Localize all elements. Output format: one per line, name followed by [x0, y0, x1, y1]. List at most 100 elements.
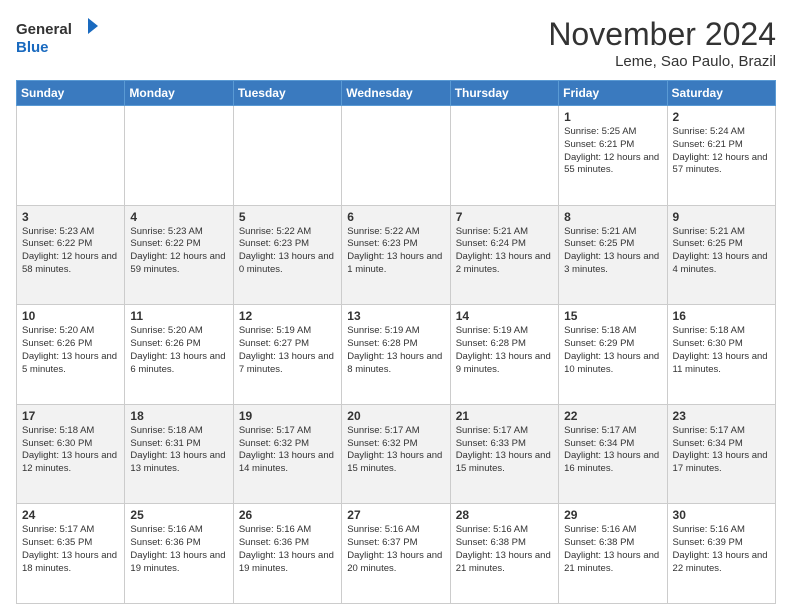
- day-number: 22: [564, 409, 661, 423]
- day-number: 10: [22, 309, 119, 323]
- day-info: Sunrise: 5:17 AM Sunset: 6:33 PM Dayligh…: [456, 425, 553, 476]
- day-number: 7: [456, 210, 553, 224]
- day-number: 16: [673, 309, 770, 323]
- calendar-cell: 12 Sunrise: 5:19 AM Sunset: 6:27 PM Dayli…: [233, 305, 341, 405]
- calendar-cell: 9 Sunrise: 5:21 AM Sunset: 6:25 PM Daylig…: [667, 205, 775, 305]
- day-number: 21: [456, 409, 553, 423]
- day-info: Sunrise: 5:18 AM Sunset: 6:30 PM Dayligh…: [673, 325, 770, 376]
- day-info: Sunrise: 5:20 AM Sunset: 6:26 PM Dayligh…: [130, 325, 227, 376]
- calendar-cell: 8Sunrise: 5:21 AM Sunset: 6:25 PM Daylig…: [559, 205, 667, 305]
- day-number: 27: [347, 508, 444, 522]
- day-number: 12: [239, 309, 336, 323]
- day-info: Sunrise: 5:23 AM Sunset: 6:22 PM Dayligh…: [130, 226, 227, 277]
- day-info: Sunrise: 5:24 AM Sunset: 6:21 PM Dayligh…: [673, 126, 770, 177]
- day-info: Sunrise: 5:25 AM Sunset: 6:21 PM Dayligh…: [564, 126, 661, 177]
- day-info: Sunrise: 5:17 AM Sunset: 6:34 PM Dayligh…: [564, 425, 661, 476]
- calendar-cell: 28 Sunrise: 5:16 AM Sunset: 6:38 PM Dayli…: [450, 504, 558, 604]
- weekday-header-monday: Monday: [125, 81, 233, 106]
- day-info: Sunrise: 5:18 AM Sunset: 6:30 PM Dayligh…: [22, 425, 119, 476]
- calendar-cell: [233, 106, 341, 206]
- logo-block: General Blue: [16, 16, 106, 65]
- calendar-cell: 5 Sunrise: 5:22 AM Sunset: 6:23 PM Daylig…: [233, 205, 341, 305]
- calendar-cell: 6 Sunrise: 5:22 AM Sunset: 6:23 PM Daylig…: [342, 205, 450, 305]
- calendar-cell: 17Sunrise: 5:18 AM Sunset: 6:30 PM Dayli…: [17, 404, 125, 504]
- day-number: 2: [673, 110, 770, 124]
- calendar-cell: 2 Sunrise: 5:24 AM Sunset: 6:21 PM Daylig…: [667, 106, 775, 206]
- logo: General Blue: [16, 16, 106, 65]
- calendar-cell: 1 Sunrise: 5:25 AM Sunset: 6:21 PM Daylig…: [559, 106, 667, 206]
- day-number: 13: [347, 309, 444, 323]
- calendar-cell: 25Sunrise: 5:16 AM Sunset: 6:36 PM Dayli…: [125, 504, 233, 604]
- day-number: 5: [239, 210, 336, 224]
- day-number: 20: [347, 409, 444, 423]
- day-info: Sunrise: 5:22 AM Sunset: 6:23 PM Dayligh…: [239, 226, 336, 277]
- calendar-cell: 26Sunrise: 5:16 AM Sunset: 6:36 PM Dayli…: [233, 504, 341, 604]
- day-info: Sunrise: 5:16 AM Sunset: 6:36 PM Dayligh…: [239, 524, 336, 575]
- weekday-header-friday: Friday: [559, 81, 667, 106]
- calendar-cell: [450, 106, 558, 206]
- calendar-cell: 24 Sunrise: 5:17 AM Sunset: 6:35 PM Dayli…: [17, 504, 125, 604]
- calendar-cell: 11 Sunrise: 5:20 AM Sunset: 6:26 PM Dayli…: [125, 305, 233, 405]
- calendar-cell: 29 Sunrise: 5:16 AM Sunset: 6:38 PM Dayli…: [559, 504, 667, 604]
- day-info: Sunrise: 5:21 AM Sunset: 6:25 PM Dayligh…: [564, 226, 661, 277]
- day-number: 6: [347, 210, 444, 224]
- day-info: Sunrise: 5:16 AM Sunset: 6:38 PM Dayligh…: [564, 524, 661, 575]
- day-info: Sunrise: 5:17 AM Sunset: 6:32 PM Dayligh…: [239, 425, 336, 476]
- day-info: Sunrise: 5:21 AM Sunset: 6:25 PM Dayligh…: [673, 226, 770, 277]
- calendar-cell: 18 Sunrise: 5:18 AM Sunset: 6:31 PM Dayli…: [125, 404, 233, 504]
- calendar-cell: [17, 106, 125, 206]
- day-number: 18: [130, 409, 227, 423]
- weekday-header-saturday: Saturday: [667, 81, 775, 106]
- calendar-cell: 4 Sunrise: 5:23 AM Sunset: 6:22 PM Daylig…: [125, 205, 233, 305]
- week-row-3: 10 Sunrise: 5:20 AM Sunset: 6:26 PM Dayli…: [17, 305, 776, 405]
- day-number: 14: [456, 309, 553, 323]
- calendar-cell: 20 Sunrise: 5:17 AM Sunset: 6:32 PM Dayli…: [342, 404, 450, 504]
- week-row-5: 24 Sunrise: 5:17 AM Sunset: 6:35 PM Dayli…: [17, 504, 776, 604]
- day-info: Sunrise: 5:19 AM Sunset: 6:28 PM Dayligh…: [347, 325, 444, 376]
- day-info: Sunrise: 5:21 AM Sunset: 6:24 PM Dayligh…: [456, 226, 553, 277]
- calendar-cell: 14Sunrise: 5:19 AM Sunset: 6:28 PM Dayli…: [450, 305, 558, 405]
- day-info: Sunrise: 5:16 AM Sunset: 6:38 PM Dayligh…: [456, 524, 553, 575]
- day-number: 24: [22, 508, 119, 522]
- calendar-cell: [125, 106, 233, 206]
- weekday-header-wednesday: Wednesday: [342, 81, 450, 106]
- day-number: 9: [673, 210, 770, 224]
- week-row-2: 3 Sunrise: 5:23 AM Sunset: 6:22 PM Daylig…: [17, 205, 776, 305]
- svg-text:General: General: [16, 21, 72, 38]
- day-number: 1: [564, 110, 661, 124]
- location: Leme, Sao Paulo, Brazil: [548, 53, 776, 70]
- calendar-cell: 21 Sunrise: 5:17 AM Sunset: 6:33 PM Dayli…: [450, 404, 558, 504]
- header: General Blue November 2024 Leme, Sao Pau…: [16, 16, 776, 70]
- weekday-header-tuesday: Tuesday: [233, 81, 341, 106]
- month-title: November 2024: [548, 16, 776, 53]
- day-info: Sunrise: 5:18 AM Sunset: 6:31 PM Dayligh…: [130, 425, 227, 476]
- day-info: Sunrise: 5:17 AM Sunset: 6:35 PM Dayligh…: [22, 524, 119, 575]
- calendar-cell: 19Sunrise: 5:17 AM Sunset: 6:32 PM Dayli…: [233, 404, 341, 504]
- page: General Blue November 2024 Leme, Sao Pau…: [0, 0, 792, 612]
- day-number: 28: [456, 508, 553, 522]
- day-number: 25: [130, 508, 227, 522]
- day-info: Sunrise: 5:19 AM Sunset: 6:27 PM Dayligh…: [239, 325, 336, 376]
- day-number: 4: [130, 210, 227, 224]
- calendar-table: SundayMondayTuesdayWednesdayThursdayFrid…: [16, 80, 776, 604]
- day-number: 11: [130, 309, 227, 323]
- calendar-cell: 27Sunrise: 5:16 AM Sunset: 6:37 PM Dayli…: [342, 504, 450, 604]
- day-info: Sunrise: 5:20 AM Sunset: 6:26 PM Dayligh…: [22, 325, 119, 376]
- weekday-header-row: SundayMondayTuesdayWednesdayThursdayFrid…: [17, 81, 776, 106]
- title-block: November 2024 Leme, Sao Paulo, Brazil: [548, 16, 776, 70]
- svg-text:Blue: Blue: [16, 39, 49, 56]
- calendar-cell: 30 Sunrise: 5:16 AM Sunset: 6:39 PM Dayli…: [667, 504, 775, 604]
- day-info: Sunrise: 5:16 AM Sunset: 6:39 PM Dayligh…: [673, 524, 770, 575]
- calendar-cell: 7 Sunrise: 5:21 AM Sunset: 6:24 PM Daylig…: [450, 205, 558, 305]
- calendar-cell: 3Sunrise: 5:23 AM Sunset: 6:22 PM Daylig…: [17, 205, 125, 305]
- calendar-cell: 22 Sunrise: 5:17 AM Sunset: 6:34 PM Dayli…: [559, 404, 667, 504]
- week-row-1: 1 Sunrise: 5:25 AM Sunset: 6:21 PM Daylig…: [17, 106, 776, 206]
- day-number: 23: [673, 409, 770, 423]
- calendar-cell: 23Sunrise: 5:17 AM Sunset: 6:34 PM Dayli…: [667, 404, 775, 504]
- day-number: 29: [564, 508, 661, 522]
- calendar-cell: 10 Sunrise: 5:20 AM Sunset: 6:26 PM Dayli…: [17, 305, 125, 405]
- day-number: 30: [673, 508, 770, 522]
- day-info: Sunrise: 5:17 AM Sunset: 6:32 PM Dayligh…: [347, 425, 444, 476]
- day-info: Sunrise: 5:22 AM Sunset: 6:23 PM Dayligh…: [347, 226, 444, 277]
- day-number: 3: [22, 210, 119, 224]
